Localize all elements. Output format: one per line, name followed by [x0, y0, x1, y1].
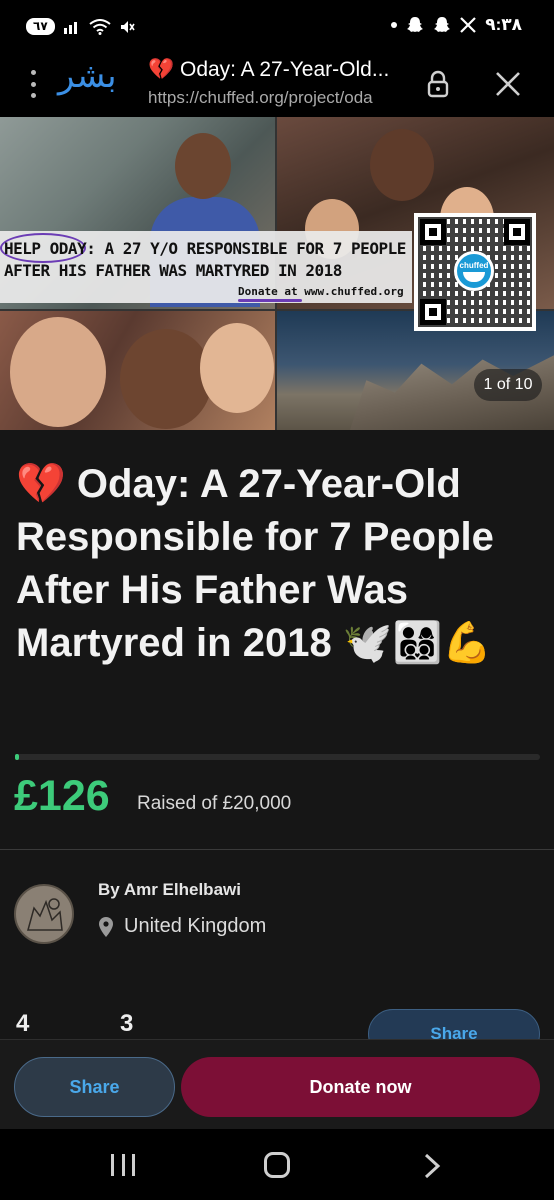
signal-icon	[63, 21, 77, 34]
snapchat-icon	[434, 17, 451, 32]
action-bar: Share Donate now	[0, 1039, 554, 1129]
lock-icon[interactable]	[427, 70, 449, 98]
banner-line-1: HELP ODAY: A 27 Y/O RESPONSIBLE FOR 7 PE…	[4, 239, 406, 258]
image-banner: HELP ODAY: A 27 Y/O RESPONSIBLE FOR 7 PE…	[0, 231, 412, 303]
location: United Kingdom	[98, 915, 266, 938]
snapchat-icon	[407, 17, 424, 32]
mute-icon	[120, 20, 135, 33]
photo-figure	[120, 329, 212, 429]
status-left: ٦٧	[26, 18, 135, 35]
progress-fill	[15, 754, 19, 760]
author-name[interactable]: By Amr Elhelbawi	[98, 880, 241, 900]
home-icon[interactable]	[264, 1152, 290, 1178]
browser-header: بشر 💔 Oday: A 27-Year-Old... https://chu…	[0, 50, 554, 117]
system-nav-bar	[0, 1129, 554, 1200]
status-right: ٩:٣٨	[391, 15, 522, 35]
battery-indicator: ٦٧	[26, 18, 55, 35]
banner-underline	[238, 299, 302, 302]
recents-icon[interactable]	[111, 1154, 135, 1176]
x-icon	[460, 17, 476, 33]
stat-value: 4	[16, 1010, 30, 1037]
page-title: 💔 Oday: A 27-Year-Old...	[148, 58, 390, 81]
status-bar: ٦٧ ٩:٣٨	[0, 0, 554, 50]
brand-logo: بشر	[58, 56, 117, 96]
photo-figure	[200, 323, 274, 413]
stat-value: 3	[120, 1010, 134, 1037]
location-pin-icon	[99, 916, 113, 937]
url-text[interactable]: https://chuffed.org/project/oda	[148, 88, 412, 108]
campaign-title: 💔 Oday: A 27-Year-Old Responsible for 7 …	[16, 462, 494, 665]
more-options-icon[interactable]	[28, 70, 38, 98]
share-button[interactable]: Share	[14, 1057, 175, 1117]
avatar[interactable]	[14, 884, 74, 944]
chuffed-logo-icon: chuffed	[454, 251, 494, 291]
raised-label: Raised of £20,000	[137, 793, 292, 814]
progress-bar	[15, 754, 540, 760]
clock: ٩:٣٨	[485, 15, 522, 34]
banner-donate-text: Donate at www.chuffed.org	[238, 285, 404, 298]
photo-figure	[10, 317, 106, 427]
photo-figure	[175, 133, 231, 199]
campaign-image[interactable]: HELP ODAY: A 27 Y/O RESPONSIBLE FOR 7 PE…	[0, 117, 554, 430]
divider	[0, 849, 554, 850]
qr-code: chuffed	[414, 213, 536, 331]
wifi-icon	[89, 18, 111, 35]
raised-amount: £126	[14, 772, 110, 820]
location-text: United Kingdom	[124, 915, 267, 937]
banner-line-2: AFTER HIS FATHER WAS MARTYRED IN 2018	[4, 261, 342, 280]
notification-dot	[391, 22, 398, 28]
close-icon[interactable]	[494, 70, 522, 98]
image-counter: 1 of 10	[474, 369, 542, 401]
photo-figure	[370, 129, 434, 201]
back-icon[interactable]	[420, 1152, 444, 1180]
donate-button[interactable]: Donate now	[181, 1057, 540, 1117]
